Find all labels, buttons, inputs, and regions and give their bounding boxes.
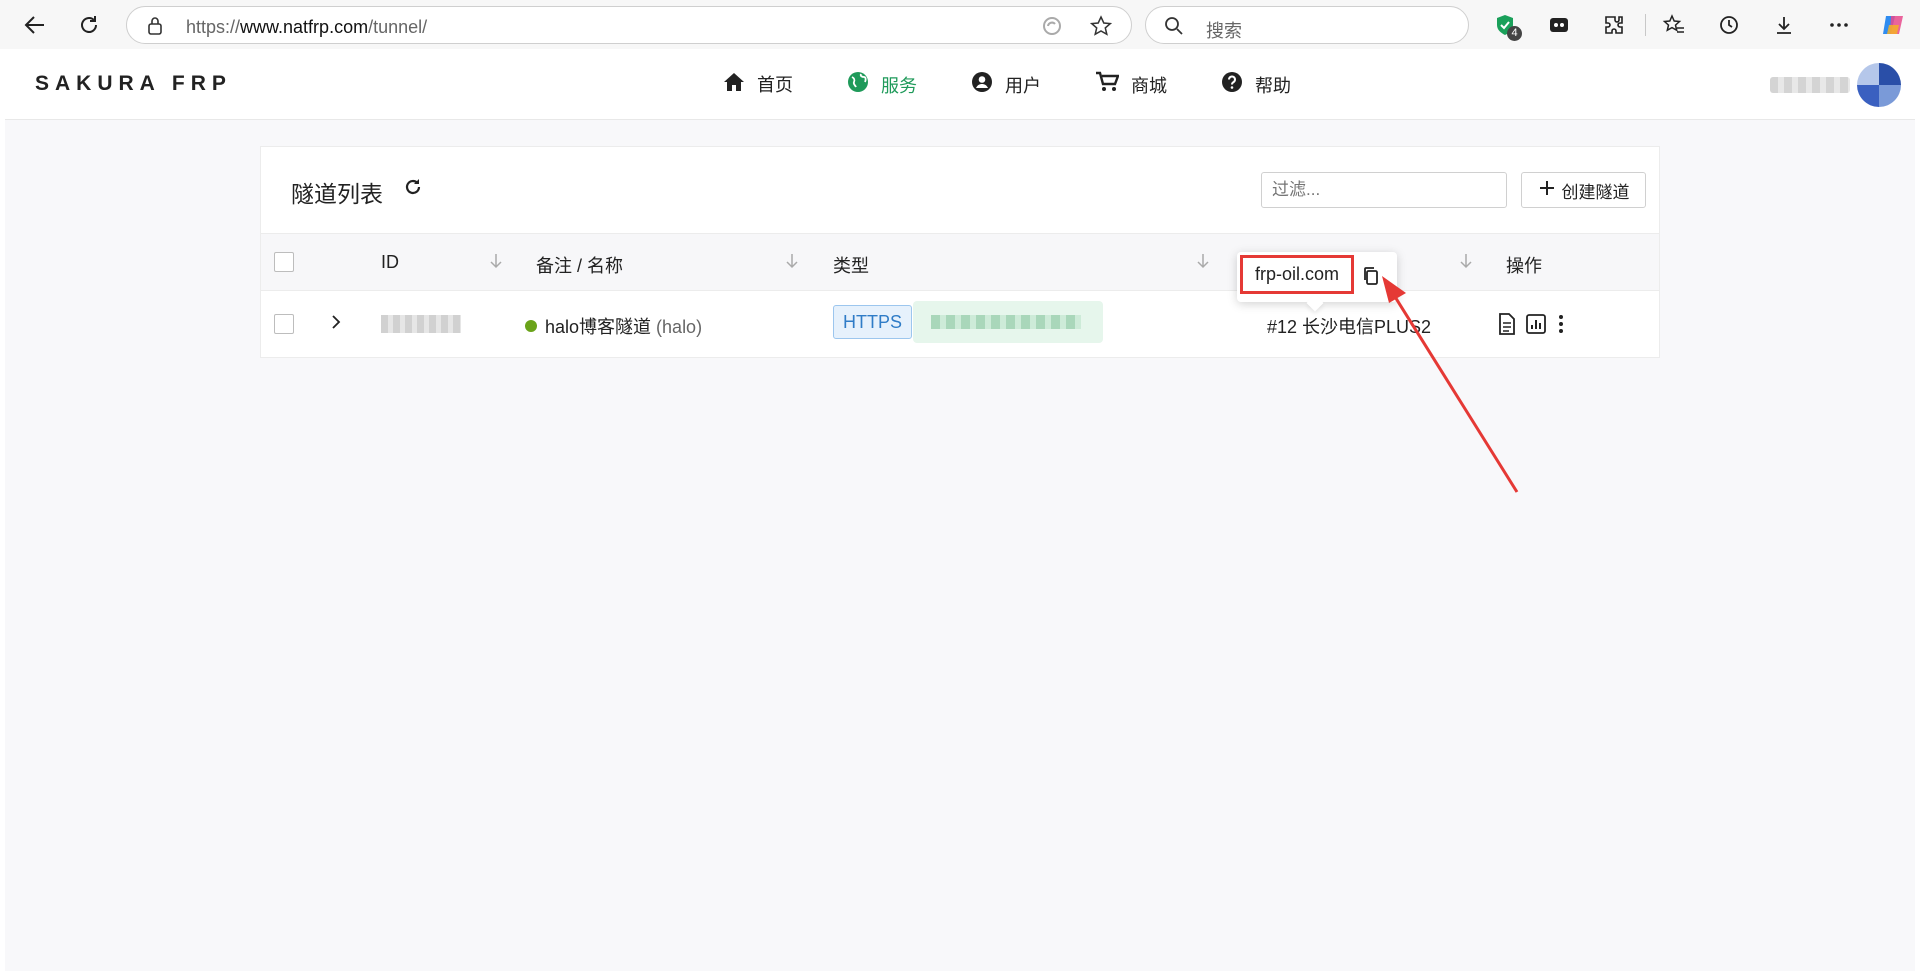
nav-shop-label: 商城: [1131, 75, 1167, 96]
status-dot: [525, 320, 537, 332]
sort-arrow-icon[interactable]: [489, 252, 503, 270]
nav-help[interactable]: 帮助: [1221, 71, 1291, 98]
browser-search-bar[interactable]: 搜索: [1145, 6, 1469, 44]
copilot-icon[interactable]: [1880, 12, 1906, 38]
nav-user[interactable]: 用户: [971, 71, 1041, 98]
plus-icon: [1538, 179, 1556, 202]
toolbar-divider: [1645, 14, 1646, 36]
tunnel-id-blurred: [381, 315, 461, 333]
nav-services[interactable]: 服务: [847, 71, 917, 98]
type-badge: HTTPS: [833, 305, 913, 339]
tunnel-name: halo博客隧道 (halo): [545, 317, 703, 337]
user-circle-icon: [971, 71, 993, 98]
nav-services-label: 服务: [881, 75, 917, 96]
sort-arrow-icon[interactable]: [1196, 252, 1210, 270]
sort-arrow-icon[interactable]: [1459, 252, 1473, 270]
extensions-puzzle-icon[interactable]: [1601, 12, 1627, 38]
browser-toolbar: https://www.natfrp.com/tunnel/ 搜索 4: [0, 0, 1920, 49]
lock-icon[interactable]: [147, 16, 163, 41]
main-content: 隧道列表 创建隧道 ID 备注 / 名称 类型 操作: [5, 120, 1915, 971]
filter-input[interactable]: [1261, 172, 1507, 208]
chevron-right-icon[interactable]: [329, 313, 343, 336]
column-id[interactable]: ID: [381, 252, 399, 273]
extension-badge: 4: [1507, 26, 1522, 41]
row-checkbox[interactable]: [274, 314, 294, 334]
avatar[interactable]: [1857, 63, 1901, 107]
favorites-icon[interactable]: [1661, 12, 1687, 38]
copy-icon[interactable]: [1362, 266, 1380, 291]
cart-icon: [1095, 71, 1120, 98]
favorite-star-icon[interactable]: [1089, 15, 1113, 37]
create-tunnel-button[interactable]: 创建隧道: [1521, 172, 1646, 208]
table-row[interactable]: halo博客隧道 (halo) HTTPS #12 长沙电信PLUS2: [261, 291, 1659, 357]
config-file-icon[interactable]: [1497, 313, 1517, 340]
nav-home-label: 首页: [757, 75, 793, 95]
tunnel-list-card: 隧道列表 创建隧道 ID 备注 / 名称 类型 操作: [260, 146, 1660, 358]
node-name[interactable]: #12 长沙电信PLUS2: [1267, 313, 1431, 339]
column-name[interactable]: 备注 / 名称: [536, 252, 623, 278]
url-text: https://www.natfrp.com/tunnel/: [186, 17, 428, 37]
edge-refresh-icon[interactable]: [1041, 15, 1063, 37]
history-icon[interactable]: [1716, 12, 1742, 38]
nav-user-label: 用户: [1005, 75, 1041, 96]
search-placeholder: 搜索: [1206, 21, 1242, 41]
nav-home[interactable]: 首页: [723, 71, 793, 97]
site-logo[interactable]: SAKURA FRP: [35, 72, 232, 96]
help-circle-icon: [1221, 71, 1243, 98]
tab-actions-icon[interactable]: [1546, 12, 1572, 38]
create-tunnel-label: 创建隧道: [1561, 182, 1630, 202]
download-icon[interactable]: [1771, 12, 1797, 38]
refresh-icon[interactable]: [403, 177, 423, 202]
column-type[interactable]: 类型: [833, 252, 869, 278]
site-header: SAKURA FRP 首页 服务 用户 商城 帮助: [5, 49, 1915, 120]
domain-blurred[interactable]: [913, 301, 1103, 343]
table-header: ID 备注 / 名称 类型 操作: [261, 233, 1659, 291]
reload-icon[interactable]: [73, 9, 105, 41]
nav-help-label: 帮助: [1255, 75, 1291, 96]
search-icon: [1164, 16, 1184, 41]
back-icon[interactable]: [19, 9, 51, 41]
stats-chart-icon[interactable]: [1525, 313, 1547, 340]
select-all-checkbox[interactable]: [274, 252, 294, 272]
column-actions: 操作: [1506, 256, 1542, 276]
page-title: 隧道列表: [291, 181, 383, 207]
address-bar[interactable]: https://www.natfrp.com/tunnel/: [126, 6, 1132, 44]
username-blurred[interactable]: [1770, 77, 1850, 93]
home-icon: [723, 72, 745, 97]
globe-icon: [847, 71, 869, 98]
more-menu-icon[interactable]: [1826, 12, 1852, 38]
more-vertical-icon[interactable]: [1557, 313, 1565, 340]
nav-shop[interactable]: 商城: [1095, 71, 1167, 98]
sort-arrow-icon[interactable]: [785, 252, 799, 270]
tooltip-domain-text[interactable]: frp-oil.com: [1240, 255, 1354, 294]
